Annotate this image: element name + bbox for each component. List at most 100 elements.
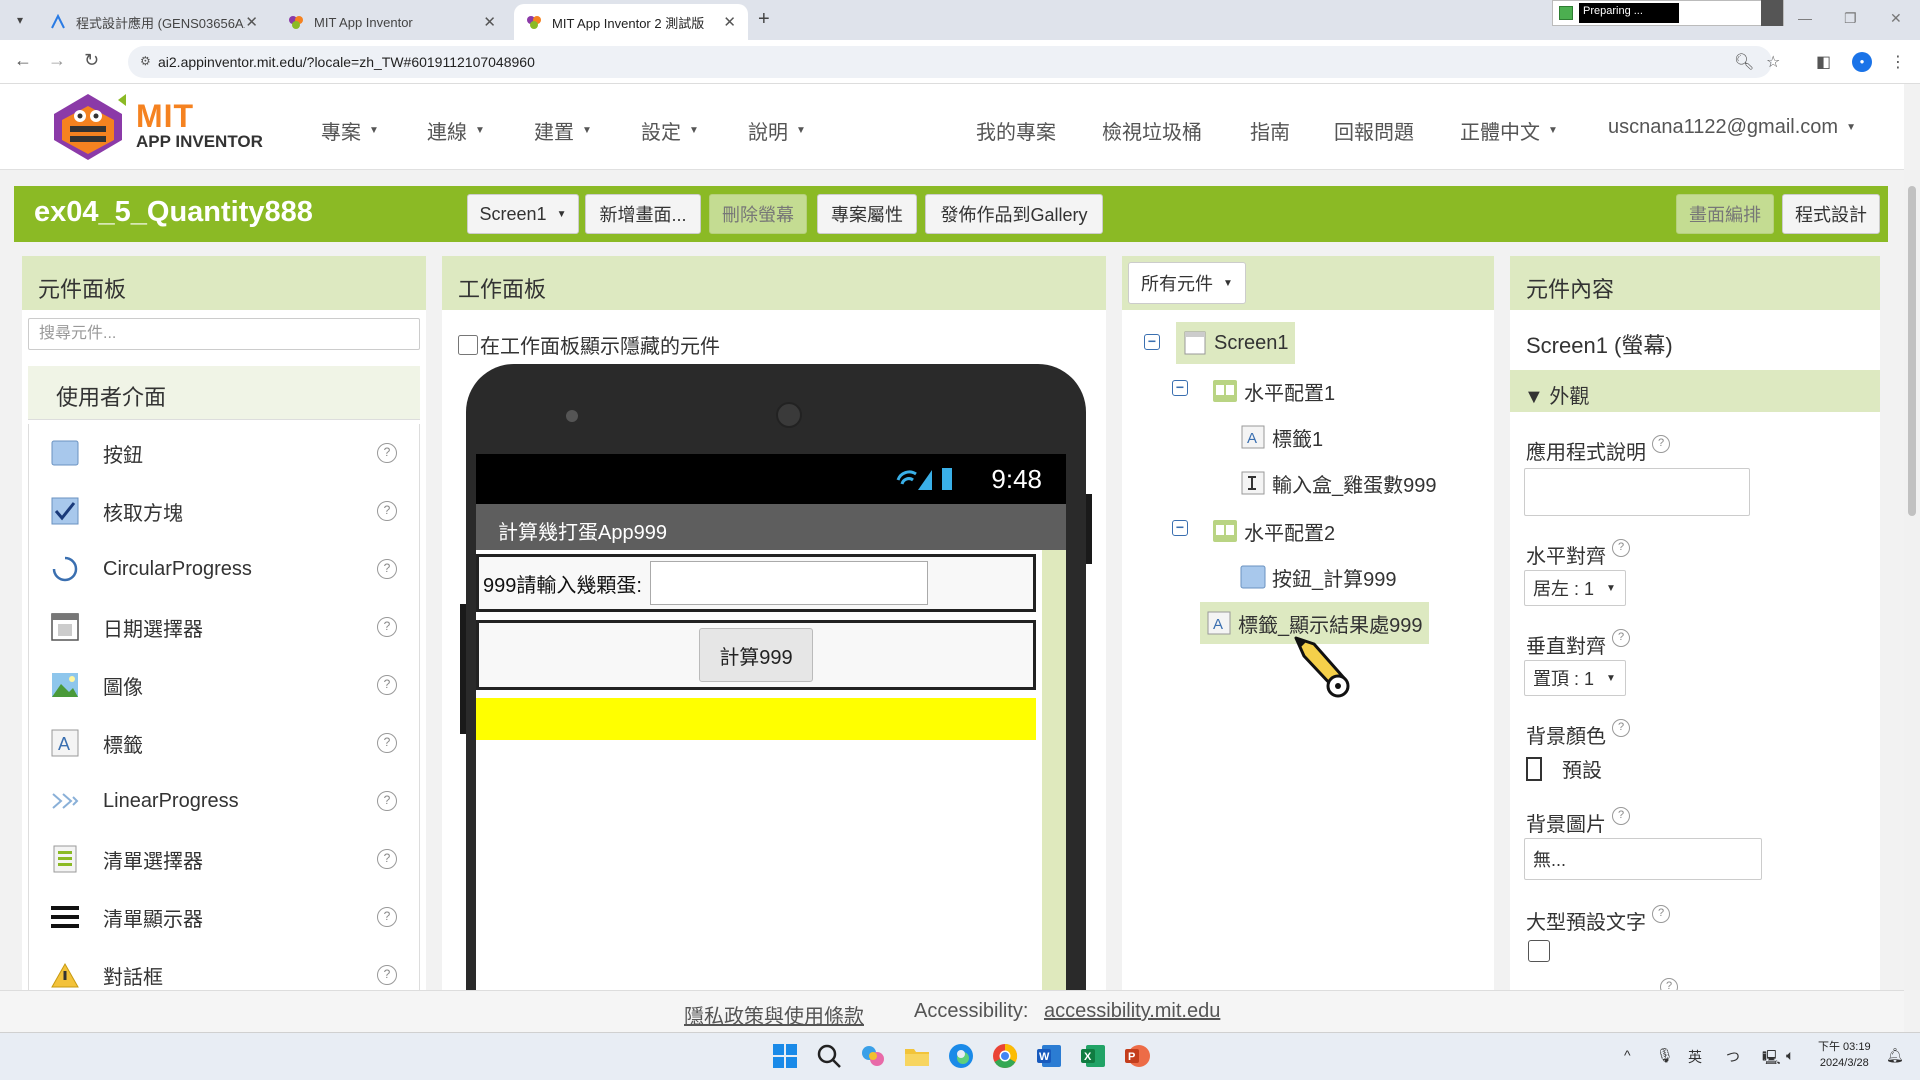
help-icon[interactable]: ? [377, 675, 397, 695]
back-icon[interactable]: ← [14, 50, 32, 71]
calculate-button-preview[interactable]: 計算999 [699, 628, 813, 682]
help-icon[interactable]: ? [1612, 806, 1630, 825]
input-mode-icon[interactable]: つ [1726, 1047, 1740, 1067]
phone-screen[interactable]: 9:48 計算幾打蛋App999 999請輸入幾顆蛋: 計算999 [476, 454, 1066, 990]
menu-build[interactable]: 建置 ▼ [534, 116, 592, 145]
help-icon[interactable]: ? [377, 617, 397, 637]
palette-item-label[interactable]: A 標籤 ? [29, 714, 419, 772]
palette-item-circular-progress[interactable]: CircularProgress ? [29, 540, 419, 598]
add-screen-button[interactable]: 新增畫面... [585, 194, 701, 234]
help-icon[interactable]: ? [1612, 628, 1630, 647]
collapse-toggle-icon[interactable]: − [1172, 380, 1188, 396]
microphone-icon[interactable]: 🎙︎ [1656, 1047, 1674, 1064]
align-horizontal-select[interactable]: 居左 : 1 ▼ [1524, 570, 1626, 606]
forward-icon[interactable]: → [48, 50, 66, 71]
background-color-picker[interactable]: 預設 [1526, 754, 1602, 783]
minimize-icon[interactable]: — [1798, 10, 1812, 26]
side-panel-icon[interactable]: ◧ [1816, 52, 1831, 72]
close-tab-icon[interactable]: ✕ [723, 13, 736, 31]
help-icon[interactable]: ? [377, 791, 397, 811]
menu-help[interactable]: 說明 ▼ [748, 116, 806, 145]
app-inventor-logo-icon[interactable] [48, 92, 128, 162]
tray-clock[interactable]: 下午 03:19 2024/3/28 [1818, 1039, 1871, 1071]
designer-button[interactable]: 畫面編排 [1676, 194, 1774, 234]
textbox-preview[interactable] [649, 561, 928, 605]
help-icon[interactable]: ? [377, 965, 397, 985]
menu-account[interactable]: uscnana1122@gmail.com ▼ [1608, 116, 1856, 139]
bookmark-star-icon[interactable]: ☆ [1766, 52, 1780, 72]
palette-item-date-picker[interactable]: 日期選擇器 ? [29, 598, 419, 656]
help-icon[interactable]: ? [1652, 434, 1670, 453]
menu-connect[interactable]: 連線 ▼ [427, 116, 485, 145]
accessibility-link[interactable]: accessibility.mit.edu [1044, 1000, 1220, 1023]
show-hidden-checkbox[interactable] [458, 334, 478, 355]
menu-settings[interactable]: 設定 ▼ [641, 116, 699, 145]
big-default-text-checkbox[interactable] [1528, 940, 1550, 962]
edge-icon[interactable] [948, 1043, 974, 1069]
result-label-preview[interactable] [476, 698, 1036, 740]
tree-node-horizontal-arrangement-1[interactable]: 水平配置1 [1212, 370, 1335, 412]
tab-mit-app-inventor[interactable]: MIT App Inventor ✕ [276, 4, 508, 40]
chrome-icon[interactable] [992, 1043, 1018, 1069]
tab-course[interactable]: 程式設計應用 (GENS03656A1) ✕ [38, 4, 270, 40]
remove-screen-button[interactable]: 刪除螢幕 [709, 194, 807, 234]
excel-icon[interactable]: X [1080, 1043, 1106, 1069]
tab-search-icon[interactable]: ▾ [10, 10, 30, 30]
palette-item-list-picker[interactable]: 清單選擇器 ? [29, 830, 419, 888]
horizontal-arrangement-1[interactable]: 999請輸入幾顆蛋: [476, 554, 1036, 612]
publish-gallery-button[interactable]: 發佈作品到Gallery [925, 194, 1103, 234]
help-icon[interactable]: ? [1652, 904, 1670, 923]
blocks-button[interactable]: 程式設計 [1782, 194, 1880, 234]
menu-project[interactable]: 專案 ▼ [321, 116, 379, 145]
volume-icon[interactable]: 🔈︎ [1786, 1047, 1794, 1064]
new-tab-icon[interactable]: + [758, 8, 770, 31]
horizontal-arrangement-2[interactable]: 計算999 [476, 620, 1036, 690]
about-screen-textarea[interactable] [1524, 468, 1750, 516]
help-icon[interactable]: ? [1612, 538, 1630, 557]
collapse-toggle-icon[interactable]: − [1144, 334, 1160, 350]
browser-menu-icon[interactable]: ⋮ [1890, 52, 1906, 72]
page-scrollbar[interactable] [1904, 170, 1920, 990]
align-vertical-select[interactable]: 置頂 : 1 ▼ [1524, 660, 1626, 696]
palette-item-image[interactable]: 圖像 ? [29, 656, 419, 714]
tree-node-screen1[interactable]: Screen1 [1176, 322, 1295, 364]
zoom-icon[interactable]: 🔍︎ [1734, 52, 1754, 72]
word-icon[interactable]: W [1036, 1043, 1062, 1069]
ime-indicator[interactable]: 英 [1688, 1047, 1702, 1067]
project-properties-button[interactable]: 專案屬性 [817, 194, 917, 234]
palette-item-checkbox[interactable]: 核取方塊 ? [29, 482, 419, 540]
link-guide[interactable]: 指南 [1250, 116, 1290, 145]
category-user-interface[interactable]: 使用者介面 [28, 366, 420, 420]
close-tab-icon[interactable]: ✕ [483, 13, 496, 31]
help-icon[interactable]: ? [377, 907, 397, 927]
file-explorer-icon[interactable] [904, 1043, 930, 1069]
close-window-icon[interactable]: ✕ [1890, 10, 1902, 27]
tree-node-horizontal-arrangement-2[interactable]: 水平配置2 [1212, 510, 1335, 552]
copilot-icon[interactable] [860, 1043, 886, 1069]
palette-item-button[interactable]: 按鈕 ? [29, 424, 419, 482]
help-icon[interactable]: ? [1660, 978, 1678, 990]
tree-node-label1[interactable]: A 標籤1 [1240, 416, 1323, 458]
section-appearance[interactable]: ▼ 外觀 [1510, 370, 1880, 412]
help-icon[interactable]: ? [377, 849, 397, 869]
label1-preview[interactable]: 999請輸入幾顆蛋: [483, 569, 642, 598]
palette-item-list-view[interactable]: 清單顯示器 ? [29, 888, 419, 946]
reload-icon[interactable]: ↻ [84, 50, 99, 71]
component-search-input[interactable] [28, 318, 420, 350]
close-tab-icon[interactable]: ✕ [245, 13, 258, 31]
notification-bell-icon[interactable]: 🔔︎ [1886, 1047, 1904, 1064]
privacy-terms-link[interactable]: 隱私政策與使用條款 [684, 1000, 864, 1029]
windows-start-icon[interactable] [772, 1043, 798, 1069]
tab-mit-app-inventor-2[interactable]: MIT App Inventor 2 測試版 ✕ [514, 4, 748, 40]
restore-icon[interactable]: ❐ [1844, 10, 1857, 27]
scrollbar-thumb[interactable] [1908, 186, 1916, 516]
component-filter-dropdown[interactable]: 所有元件 ▼ [1128, 262, 1246, 304]
palette-item-linear-progress[interactable]: LinearProgress ? [29, 772, 419, 830]
network-icon[interactable]: 🖳 [1762, 1047, 1781, 1071]
screen-select-button[interactable]: Screen1 ▼ [467, 194, 579, 234]
help-icon[interactable]: ? [1612, 718, 1630, 737]
palette-item-notifier[interactable]: 對話框 ? [29, 946, 419, 990]
help-icon[interactable]: ? [377, 559, 397, 579]
link-my-projects[interactable]: 我的專案 [976, 116, 1056, 145]
url-field[interactable]: ⚙ ai2.appinventor.mit.edu/?locale=zh_TW#… [128, 46, 1772, 78]
